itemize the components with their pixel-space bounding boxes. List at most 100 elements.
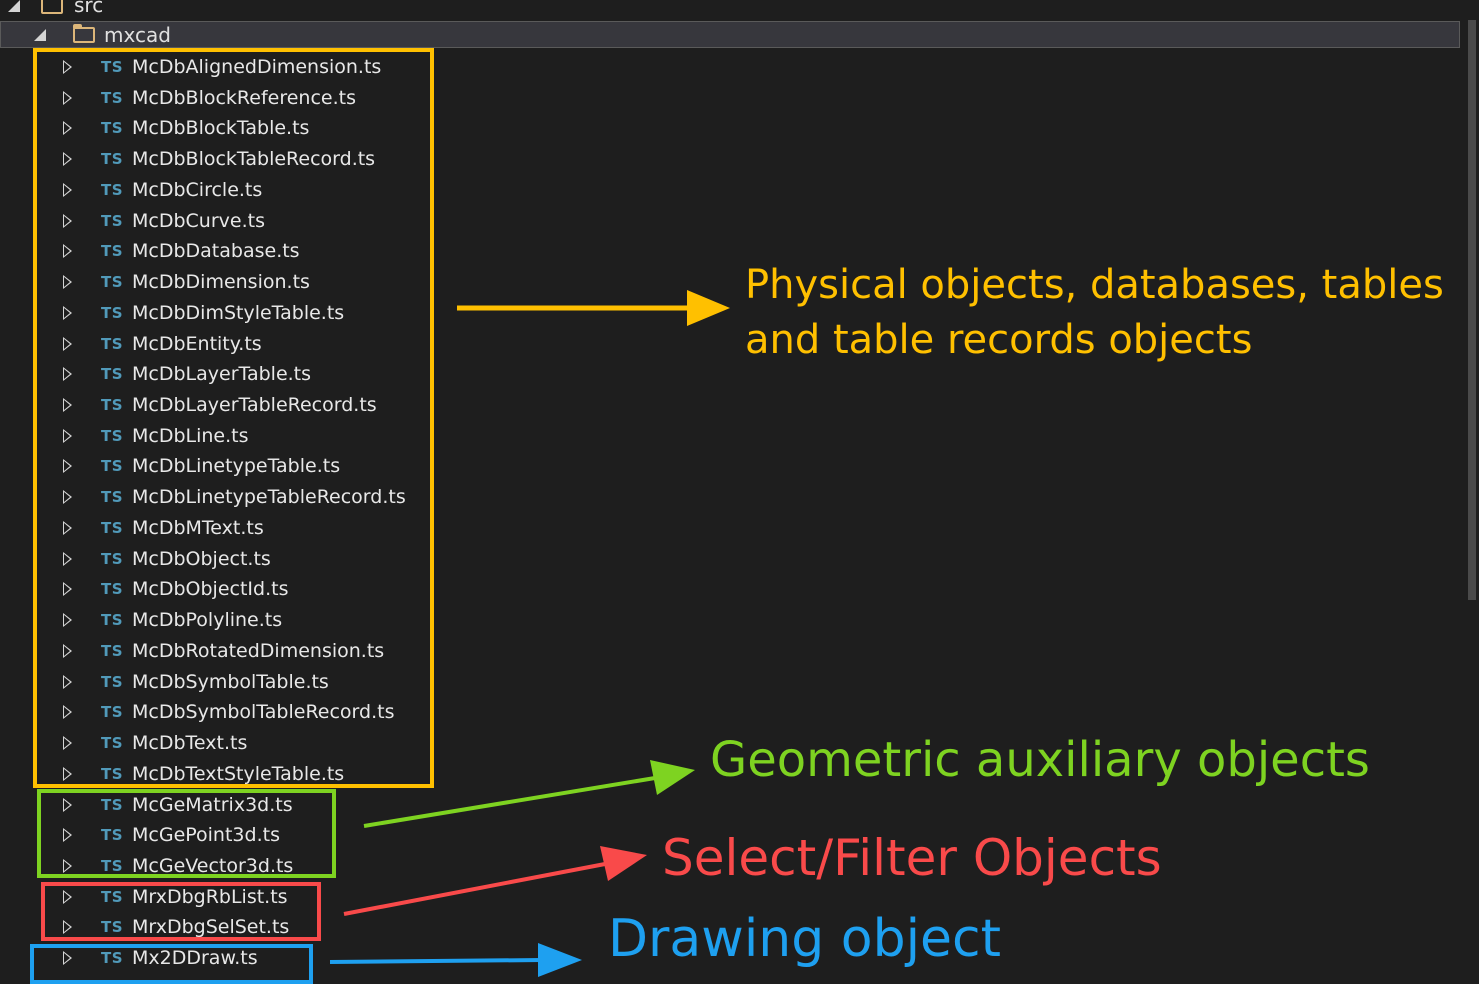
- collapsed-arrow-icon[interactable]: [63, 244, 72, 259]
- tree-file-item[interactable]: TS McDbCircle.ts: [0, 175, 520, 205]
- tree-file-item[interactable]: TS McDbLinetypeTable.ts: [0, 451, 520, 481]
- typescript-file-icon: TS: [101, 887, 124, 906]
- collapsed-arrow-icon[interactable]: [63, 459, 72, 474]
- collapsed-arrow-icon[interactable]: [63, 582, 72, 597]
- collapsed-arrow-icon[interactable]: [63, 305, 72, 320]
- tree-file-item[interactable]: TS McDbObject.ts: [0, 544, 520, 574]
- file-name-label: McDbEntity.ts: [132, 332, 262, 355]
- tree-file-item[interactable]: TS McDbLinetypeTableRecord.ts: [0, 482, 520, 512]
- tree-file-item[interactable]: TS McDbSymbolTableRecord.ts: [0, 697, 520, 727]
- file-name-label: McDbCurve.ts: [132, 209, 265, 232]
- typescript-file-icon: TS: [101, 396, 124, 415]
- typescript-file-icon: TS: [101, 795, 124, 814]
- typescript-file-icon: TS: [101, 641, 124, 660]
- scrollbar[interactable]: [1465, 0, 1479, 977]
- file-name-label: McDbBlockTable.ts: [132, 117, 310, 140]
- tree-file-item[interactable]: TS McDbLayerTableRecord.ts: [0, 390, 520, 420]
- expanded-arrow-icon[interactable]: [8, 0, 20, 12]
- tree-file-item[interactable]: TS McDbTextStyleTable.ts: [0, 759, 520, 789]
- collapsed-arrow-icon[interactable]: [63, 951, 72, 966]
- tree-file-item[interactable]: TS McDbAlignedDimension.ts: [0, 52, 520, 82]
- typescript-file-icon: TS: [101, 58, 124, 76]
- annotation-drawing-object: Drawing object: [608, 909, 1001, 969]
- collapsed-arrow-icon[interactable]: [63, 428, 72, 443]
- tree-file-item[interactable]: TS McDbBlockReference.ts: [0, 83, 520, 113]
- tree-file-item[interactable]: TS McGeMatrix3d.ts: [0, 790, 520, 820]
- collapsed-arrow-icon[interactable]: [63, 182, 72, 197]
- tree-file-item[interactable]: TS McDbPolyline.ts: [0, 605, 520, 635]
- typescript-file-icon: TS: [101, 918, 124, 937]
- tree-file-item[interactable]: TS McDbLine.ts: [0, 421, 520, 451]
- file-name-label: Mx2DDraw.ts: [132, 947, 258, 970]
- collapsed-arrow-icon[interactable]: [63, 520, 72, 535]
- tree-file-item[interactable]: TS McDbDimension.ts: [0, 267, 520, 297]
- tree-file-item[interactable]: TS MrxDbgRbList.ts: [0, 882, 520, 912]
- collapsed-arrow-icon[interactable]: [63, 889, 72, 904]
- file-name-label: McDbCircle.ts: [132, 178, 263, 201]
- collapsed-arrow-icon[interactable]: [63, 90, 72, 105]
- typescript-file-icon: TS: [101, 734, 124, 753]
- collapsed-arrow-icon[interactable]: [63, 643, 72, 658]
- typescript-file-icon: TS: [101, 672, 124, 691]
- collapsed-arrow-icon[interactable]: [63, 766, 72, 781]
- tree-file-item[interactable]: TS Mx2DDraw.ts: [0, 943, 520, 973]
- file-name-label: McDbTextStyleTable.ts: [132, 762, 345, 785]
- tree-file-item[interactable]: TS McGeVector3d.ts: [0, 851, 520, 881]
- file-name-label: McDbDimStyleTable.ts: [132, 301, 345, 324]
- collapsed-arrow-icon[interactable]: [63, 367, 72, 382]
- file-name-label: McDbRotatedDimension.ts: [132, 639, 385, 662]
- typescript-file-icon: TS: [101, 703, 124, 722]
- file-name-label: MrxDbgRbList.ts: [132, 885, 288, 908]
- tree-file-item[interactable]: TS McDbRotatedDimension.ts: [0, 636, 520, 666]
- collapsed-arrow-icon[interactable]: [63, 828, 72, 843]
- tree-folder-mxcad[interactable]: mxcad: [0, 21, 1460, 48]
- tree-file-item[interactable]: TS McDbMText.ts: [0, 513, 520, 543]
- collapsed-arrow-icon[interactable]: [63, 152, 72, 167]
- tree-file-item[interactable]: TS McDbSymbolTable.ts: [0, 667, 520, 697]
- collapsed-arrow-icon[interactable]: [63, 613, 72, 628]
- typescript-file-icon: TS: [101, 580, 124, 599]
- collapsed-arrow-icon[interactable]: [63, 674, 72, 689]
- typescript-file-icon: TS: [101, 180, 124, 199]
- collapsed-arrow-icon[interactable]: [63, 398, 72, 413]
- collapsed-arrow-icon[interactable]: [63, 275, 72, 290]
- collapsed-arrow-icon[interactable]: [63, 920, 72, 935]
- collapsed-arrow-icon[interactable]: [63, 60, 72, 74]
- tree-file-item[interactable]: TS McDbBlockTable.ts: [0, 113, 520, 143]
- collapsed-arrow-icon[interactable]: [63, 797, 72, 812]
- scrollbar-thumb[interactable]: [1468, 20, 1476, 600]
- typescript-file-icon: TS: [101, 242, 124, 261]
- tree-folder-src[interactable]: src: [0, 0, 1460, 20]
- collapsed-arrow-icon[interactable]: [63, 336, 72, 351]
- tree-file-item[interactable]: TS McDbText.ts: [0, 728, 520, 758]
- tree-file-item[interactable]: TS McDbObjectId.ts: [0, 574, 520, 604]
- tree-file-item[interactable]: TS McGePoint3d.ts: [0, 820, 520, 850]
- typescript-file-icon: TS: [101, 150, 124, 169]
- collapsed-arrow-icon[interactable]: [63, 213, 72, 228]
- tree-file-item[interactable]: TS MrxDbgSelSet.ts: [0, 912, 520, 942]
- tree-file-item[interactable]: TS McDbEntity.ts: [0, 329, 520, 359]
- typescript-file-icon: TS: [101, 488, 124, 507]
- collapsed-arrow-icon[interactable]: [63, 736, 72, 751]
- typescript-file-icon: TS: [101, 949, 124, 968]
- file-name-label: McDbLinetypeTable.ts: [132, 455, 341, 478]
- file-name-label: McGeMatrix3d.ts: [132, 793, 293, 816]
- file-name-label: McGePoint3d.ts: [132, 824, 280, 847]
- file-name-label: McDbBlockTableRecord.ts: [132, 148, 376, 171]
- tree-file-item[interactable]: TS McDbLayerTable.ts: [0, 359, 520, 389]
- typescript-file-icon: TS: [101, 88, 124, 107]
- collapsed-arrow-icon[interactable]: [63, 490, 72, 505]
- typescript-file-icon: TS: [101, 119, 124, 138]
- tree-file-item[interactable]: TS McDbCurve.ts: [0, 206, 520, 236]
- expanded-arrow-icon[interactable]: [34, 29, 46, 41]
- collapsed-arrow-icon[interactable]: [63, 121, 72, 136]
- tree-file-item[interactable]: TS McDbDimStyleTable.ts: [0, 298, 520, 328]
- collapsed-arrow-icon[interactable]: [63, 551, 72, 566]
- file-name-label: McDbDatabase.ts: [132, 240, 300, 263]
- file-name-label: McDbPolyline.ts: [132, 609, 283, 632]
- collapsed-arrow-icon[interactable]: [63, 858, 72, 873]
- tree-file-item[interactable]: TS McDbDatabase.ts: [0, 236, 520, 266]
- annotation-geometric-objects: Geometric auxiliary objects: [710, 732, 1370, 788]
- collapsed-arrow-icon[interactable]: [63, 705, 72, 720]
- tree-file-item[interactable]: TS McDbBlockTableRecord.ts: [0, 144, 520, 174]
